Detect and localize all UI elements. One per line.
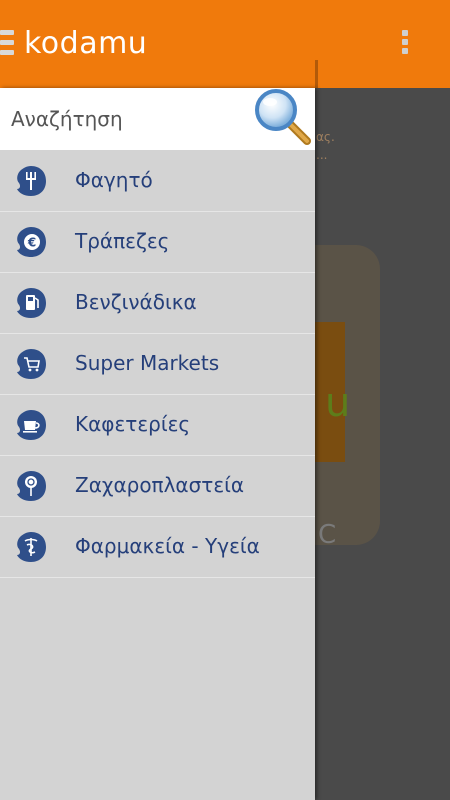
menu-item-label: Φαρμακεία - Υγεία	[75, 534, 260, 558]
menu-item-label: Τράπεζες	[75, 229, 170, 253]
lollipop-icon	[17, 471, 46, 501]
menu-item-label: Φαγητό	[75, 168, 153, 192]
euro-icon: €	[17, 227, 46, 257]
fuel-pump-icon	[17, 288, 46, 318]
coffee-cup-icon	[17, 410, 46, 440]
hamburger-menu-icon[interactable]	[0, 30, 14, 60]
background-logo-letter: u	[325, 380, 351, 426]
drawer-edge	[315, 60, 318, 88]
fork-icon	[17, 166, 46, 196]
menu-item-label: Καφετερίες	[75, 412, 191, 436]
background-logo-letter-2: C	[318, 520, 337, 550]
svg-text:€: €	[27, 236, 36, 250]
overflow-menu-icon[interactable]	[398, 30, 412, 60]
menu-item-super-markets[interactable]: Super Markets	[0, 333, 315, 395]
menu-item-label: Βενζινάδικα	[75, 290, 197, 314]
menu-item-pastry-shops[interactable]: Ζαχαροπλαστεία	[0, 455, 315, 517]
menu-item-label: Ζαχαροπλαστεία	[75, 473, 245, 497]
menu-item-banks[interactable]: € Τράπεζες	[0, 211, 315, 273]
caduceus-icon	[17, 532, 46, 562]
menu-item-label: Super Markets	[75, 351, 220, 375]
navigation-drawer: Φαγητό € Τράπεζες Βενζινάδικα Super Mark…	[0, 88, 315, 800]
menu-item-cafes[interactable]: Καφετερίες	[0, 394, 315, 456]
app-title: kodamu	[24, 26, 148, 61]
search-bar	[0, 88, 315, 150]
menu-item-food[interactable]: Φαγητό	[0, 150, 315, 212]
cart-icon	[17, 349, 46, 379]
app-bar: kodamu	[0, 0, 450, 88]
background-text: ας....	[316, 130, 335, 162]
menu-item-pharmacies[interactable]: Φαρμακεία - Υγεία	[0, 516, 315, 578]
magnifier-search-icon[interactable]	[252, 86, 312, 146]
menu-item-gas-stations[interactable]: Βενζινάδικα	[0, 272, 315, 334]
search-input[interactable]	[11, 106, 241, 132]
